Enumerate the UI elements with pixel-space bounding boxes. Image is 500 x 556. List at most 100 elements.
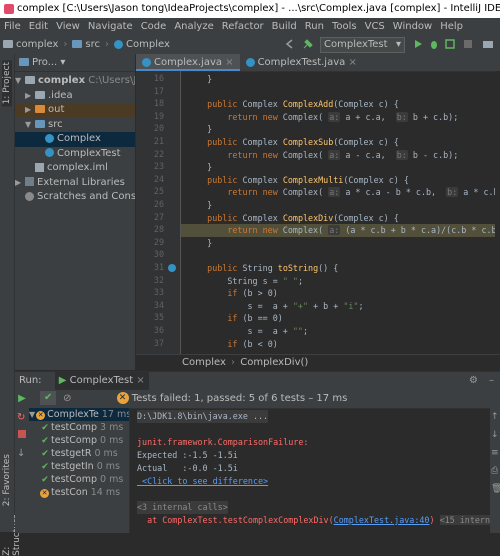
tree-item-root[interactable]: ▼complex C:\Users\Jason [15,74,135,89]
tab-complex-java[interactable]: Complex.java × [136,54,240,71]
code-editor[interactable]: } public Complex ComplexAdd(Complex c) {… [181,71,500,354]
favorites-tool-button[interactable]: 2: Favorites [2,454,12,506]
test-node[interactable]: ✔ testComp 0 ms [29,434,129,447]
coverage-icon[interactable] [444,38,456,50]
close-icon[interactable]: × [136,375,144,386]
internal-calls-fold[interactable]: <3 internal calls> [137,501,228,514]
tree-item-out[interactable]: ▶ out [15,103,135,118]
tree-item-complextest[interactable]: ComplexTest [15,147,135,162]
line-number: 21 [153,136,164,146]
menu-vcs[interactable]: VCS [361,18,389,35]
class-icon [142,57,151,67]
editor-area: Complex.java × ComplexTest.java × 16 17 1… [136,54,500,370]
editor-scrollbar[interactable] [495,71,500,354]
breadcrumb-project[interactable]: complex [0,35,61,54]
chevron-down-icon: ▼ [29,410,36,419]
run-icon: ▶ [58,375,67,386]
test-node-root[interactable]: ▼ ✕ ComplexTe 17 ms [29,408,129,421]
breadcrumb-src[interactable]: src [69,35,103,54]
chevron-right-icon: ▶ [15,177,22,187]
menu-view[interactable]: View [52,18,84,35]
breadcrumb-method[interactable]: ComplexDiv() [240,357,308,368]
line-number: 28 [153,224,164,235]
project-structure-icon[interactable] [482,38,494,50]
class-icon [45,148,54,157]
line-number: 23 [153,161,164,172]
line-number: 17 [153,85,164,96]
console-line: Actual :-0.0 -1.5i [137,463,238,473]
tree-item-src[interactable]: ▼ src [15,118,135,133]
console-scrollbar[interactable]: ↑ ↓ ≡ ⎙ 🗑 [490,408,500,533]
show-passed-icon[interactable]: ✔ [40,391,57,405]
menu-file[interactable]: File [0,18,25,35]
menu-refactor[interactable]: Refactor [218,18,268,35]
debug-icon[interactable] [428,38,440,50]
intellij-icon [4,4,14,14]
tree-item-iml[interactable]: complex.iml [15,161,135,176]
rerun-icon[interactable]: ▶ [15,390,29,408]
run-icon[interactable] [412,38,424,50]
console-line: Expected :-1.5 -1.5i [137,450,238,460]
show-ignored-icon[interactable]: ⊘ [59,390,75,408]
line-number: 24 [153,173,164,184]
test-results-tree: ▼ ✕ ComplexTe 17 ms ✔ testComp 3 ms ✔ testCo… [29,408,130,533]
rerun-failed-icon[interactable]: ↻ [17,412,25,423]
menu-code[interactable]: Code [137,18,171,35]
menu-help[interactable]: Help [436,18,467,35]
test-status-text: Tests failed: 1, passed: 5 of 6 tests – … [131,393,348,404]
test-node[interactable]: ✔ testComp 3 ms [29,421,129,434]
minimize-icon[interactable]: – [489,372,494,390]
wrap-icon[interactable]: ≡ [491,448,499,458]
build-hammer-icon[interactable] [302,38,314,50]
run-configuration-select[interactable]: ComplexTest ▾ [320,37,405,53]
project-tool-button[interactable]: 1: Project [2,60,12,107]
class-icon [245,57,255,67]
folder-icon [25,76,35,84]
sort-icon[interactable]: ↓ [17,448,25,459]
breadcrumb-file[interactable]: Complex [111,35,173,54]
test-node[interactable]: ✔ testgetR 0 ms [29,447,129,460]
menu-bar: File Edit View Navigate Code Analyze Refactor B… [0,18,500,35]
folder-icon [72,40,83,48]
menu-analyze[interactable]: Analyze [170,18,217,35]
menu-edit[interactable]: Edit [25,18,52,35]
left-tool-strip: 1: Project 2: Favorites Z: Structure [0,54,22,556]
line-number: 36 [153,325,164,335]
menu-run[interactable]: Run [301,18,328,35]
test-node-failed[interactable]: ✕ testCon 14 ms [29,486,129,499]
stop-icon[interactable] [18,430,26,438]
settings-gear-icon[interactable]: ⚙ [469,372,478,390]
folder-icon [3,40,13,48]
breadcrumb-class[interactable]: Complex [182,357,226,368]
tree-item-complex[interactable]: Complex [15,132,135,147]
run-tab[interactable]: ▶ ComplexTest × [54,372,149,390]
menu-navigate[interactable]: Navigate [84,18,137,35]
console-output[interactable]: D:\JDK1.8\bin\java.exe ... junit.framewo… [130,408,490,533]
menu-tools[interactable]: Tools [328,18,361,35]
class-icon [114,39,123,49]
click-to-see-difference-link[interactable]: <Click to see difference> [137,475,268,488]
up-arrow-icon[interactable]: ↑ [491,412,499,422]
override-marker-icon[interactable] [168,264,176,272]
line-number: 35 [153,312,164,323]
project-view-select[interactable]: Pro... [32,57,57,68]
stop-icon[interactable] [462,38,474,50]
stack-trace-line: at ComplexTest.testComplexComplexDiv(Com… [137,514,490,527]
stack-trace-link[interactable]: ComplexTest.java:40 [334,515,430,525]
tree-item-idea[interactable]: ▶ .idea [15,89,135,104]
print-icon[interactable]: ⎙ [491,466,498,476]
test-node[interactable]: ✔ testgetIn 0 ms [29,460,129,473]
tab-complextest-java[interactable]: ComplexTest.java × [240,54,363,71]
close-icon[interactable]: × [348,57,356,68]
clear-icon[interactable]: 🗑 [491,484,500,494]
tree-item-scratches[interactable]: Scratches and Consoles [15,190,135,205]
tree-item-external-libraries[interactable]: ▶ External Libraries [15,176,135,191]
internal-calls-fold[interactable]: <15 internal calls> [439,515,490,525]
menu-window[interactable]: Window [389,18,436,35]
down-arrow-icon[interactable]: ↓ [491,430,499,440]
line-number: 27 [153,211,164,222]
menu-build[interactable]: Build [268,18,301,35]
close-icon[interactable]: × [225,57,233,68]
test-node[interactable]: ✔ testComp 0 ms [29,473,129,486]
back-arrow-icon[interactable] [284,38,296,50]
